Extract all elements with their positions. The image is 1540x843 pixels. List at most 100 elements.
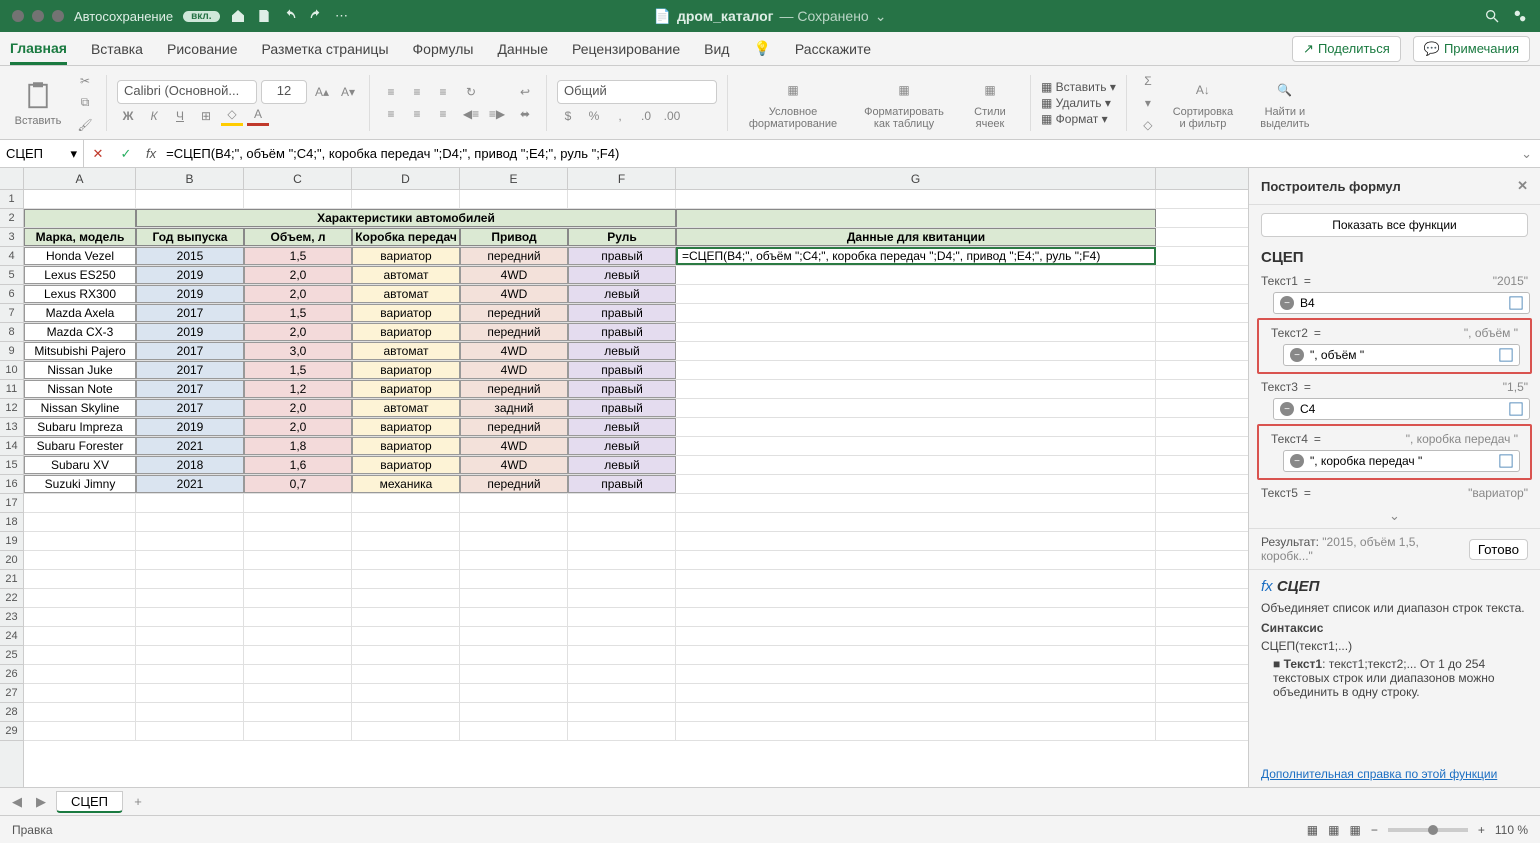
cell[interactable]	[244, 665, 352, 683]
cell[interactable]: правый	[568, 304, 676, 322]
arg-input-2[interactable]: −C4	[1273, 398, 1530, 420]
row-header[interactable]: 4	[0, 247, 24, 266]
row-header[interactable]: 8	[0, 323, 24, 342]
tab-home[interactable]: Главная	[10, 34, 67, 65]
cell[interactable]: вариатор	[352, 304, 460, 322]
tab-draw[interactable]: Рисование	[167, 35, 238, 63]
cell[interactable]	[676, 608, 1156, 626]
row-header[interactable]: 17	[0, 494, 24, 513]
cell[interactable]	[568, 570, 676, 588]
cell[interactable]: 4WD	[460, 456, 568, 474]
cell[interactable]: 4WD	[460, 285, 568, 303]
cell[interactable]	[676, 209, 1156, 227]
cell[interactable]	[24, 551, 136, 569]
row-header[interactable]: 21	[0, 570, 24, 589]
cell[interactable]	[460, 722, 568, 740]
close-panel-icon[interactable]: ✕	[1517, 178, 1528, 194]
merge-icon[interactable]: ⬌	[514, 104, 536, 124]
cell[interactable]	[136, 532, 244, 550]
cell[interactable]	[352, 532, 460, 550]
cell[interactable]	[352, 703, 460, 721]
cell[interactable]	[460, 513, 568, 531]
find-select-icon[interactable]: 🔍	[1274, 76, 1296, 104]
show-all-functions-button[interactable]: Показать все функции	[1261, 213, 1528, 237]
conditional-formatting-icon[interactable]: ▦	[782, 76, 804, 104]
cell[interactable]	[244, 703, 352, 721]
more-help-link[interactable]: Дополнительная справка по этой функции	[1249, 761, 1540, 787]
cell[interactable]	[24, 684, 136, 702]
cell[interactable]	[676, 399, 1156, 417]
row-header[interactable]: 23	[0, 608, 24, 627]
sort-filter-icon[interactable]: A↓	[1192, 76, 1214, 104]
cell[interactable]	[352, 589, 460, 607]
more-icon[interactable]: ⋯	[334, 8, 350, 24]
cell[interactable]: 1,2	[244, 380, 352, 398]
cell[interactable]: Марка, модель	[24, 228, 136, 246]
align-top-icon[interactable]: ≡	[380, 82, 402, 102]
cell[interactable]	[676, 722, 1156, 740]
cell[interactable]	[568, 665, 676, 683]
row-header[interactable]: 24	[0, 627, 24, 646]
cell[interactable]	[244, 608, 352, 626]
view-page-layout-icon[interactable]: ▦	[1328, 823, 1339, 837]
cell[interactable]	[136, 570, 244, 588]
cell[interactable]: 2015	[136, 247, 244, 265]
cell[interactable]: Subaru XV	[24, 456, 136, 474]
cell[interactable]	[136, 551, 244, 569]
cell[interactable]	[568, 703, 676, 721]
row-header[interactable]: 12	[0, 399, 24, 418]
align-right-icon[interactable]: ≡	[432, 104, 454, 124]
cell[interactable]: Nissan Skyline	[24, 399, 136, 417]
align-middle-icon[interactable]: ≡	[406, 82, 428, 102]
cell[interactable]	[352, 665, 460, 683]
autosave-toggle[interactable]: вкл.	[183, 11, 219, 22]
cell[interactable]	[352, 494, 460, 512]
cell[interactable]: задний	[460, 399, 568, 417]
cell[interactable]	[352, 646, 460, 664]
cell[interactable]	[136, 513, 244, 531]
minimize-window[interactable]	[32, 10, 44, 22]
cell[interactable]: 1,5	[244, 304, 352, 322]
underline-icon[interactable]: Ч	[169, 106, 191, 126]
autosum-icon[interactable]: Σ	[1137, 71, 1159, 91]
cell[interactable]	[676, 266, 1156, 284]
cell[interactable]: передний	[460, 304, 568, 322]
orientation-icon[interactable]: ↻	[460, 82, 482, 102]
row-header[interactable]: 25	[0, 646, 24, 665]
row-header[interactable]: 3	[0, 228, 24, 247]
cell[interactable]	[136, 665, 244, 683]
cell[interactable]: Lexus RX300	[24, 285, 136, 303]
cell[interactable]: 1,5	[244, 361, 352, 379]
cell[interactable]: 1,6	[244, 456, 352, 474]
arg-input-0[interactable]: −B4	[1273, 292, 1530, 314]
font-size-combo[interactable]: 12	[261, 80, 307, 104]
tab-tell-me[interactable]: Расскажите	[795, 35, 871, 63]
cell[interactable]: =СЦЕП(B4;", объём ";C4;", коробка переда…	[676, 247, 1156, 265]
cell[interactable]: Характеристики автомобилей	[136, 209, 676, 227]
column-header-G[interactable]: G	[676, 168, 1156, 189]
cell[interactable]: 2,0	[244, 266, 352, 284]
cell[interactable]	[136, 608, 244, 626]
undo-icon[interactable]	[282, 8, 298, 24]
cell[interactable]: 2017	[136, 342, 244, 360]
cell[interactable]	[460, 627, 568, 645]
borders-icon[interactable]: ⊞	[195, 106, 217, 126]
cell[interactable]: 2021	[136, 475, 244, 493]
cell[interactable]: Honda Vezel	[24, 247, 136, 265]
cell[interactable]: 2,0	[244, 323, 352, 341]
cell[interactable]: 2021	[136, 437, 244, 455]
wrap-text-icon[interactable]: ↩	[514, 82, 536, 102]
cancel-formula-button[interactable]: ✕	[84, 140, 112, 167]
add-sheet-icon[interactable]: +	[129, 794, 147, 809]
more-args-icon[interactable]: ⌄	[1249, 504, 1540, 528]
cell[interactable]	[352, 608, 460, 626]
row-header[interactable]: 13	[0, 418, 24, 437]
cell[interactable]	[460, 494, 568, 512]
share-icon[interactable]	[1512, 8, 1528, 24]
cell[interactable]	[568, 684, 676, 702]
spreadsheet-grid[interactable]: 1234567891011121314151617181920212223242…	[0, 168, 1248, 787]
tab-page-layout[interactable]: Разметка страницы	[262, 35, 389, 63]
cell[interactable]: 1,8	[244, 437, 352, 455]
cell[interactable]: правый	[568, 475, 676, 493]
decrease-indent-icon[interactable]: ◀≡	[460, 104, 482, 124]
